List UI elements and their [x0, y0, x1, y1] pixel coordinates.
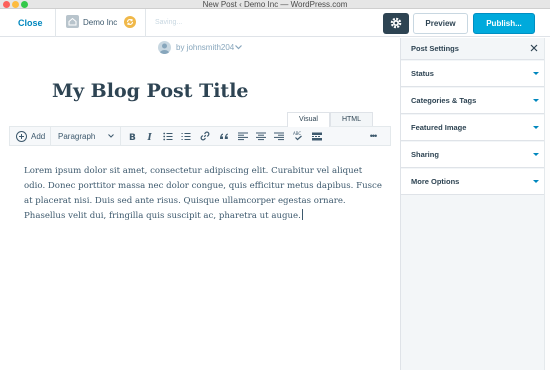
add-label: Add — [31, 131, 46, 141]
editor-header: Close Demo Inc Saving... Preview Publish… — [0, 9, 550, 37]
sidebar-item-label: Featured Image — [411, 123, 467, 132]
sidebar-item-featured-image[interactable]: Featured Image — [401, 115, 545, 141]
settings-button[interactable] — [383, 13, 409, 34]
svg-text:B: B — [129, 133, 136, 141]
formatting-toolbar: Add Paragraph B I ABC ••• — [9, 126, 391, 146]
header-divider — [145, 9, 146, 37]
italic-icon: I — [147, 133, 153, 141]
sidebar-item-status[interactable]: Status — [401, 61, 545, 87]
sidebar-item-more-options[interactable]: More Options — [401, 169, 545, 195]
link-button[interactable] — [199, 127, 211, 145]
spellcheck-button[interactable]: ABC — [292, 127, 304, 145]
author-byline: by johnsmith204 — [176, 43, 235, 52]
preview-button[interactable]: Preview — [413, 13, 468, 34]
more-options-button[interactable]: ••• — [364, 127, 382, 145]
blockquote-button[interactable] — [218, 127, 230, 145]
italic-button[interactable]: I — [144, 127, 156, 145]
sidebar-scrollbar[interactable] — [544, 38, 550, 370]
chevron-down-icon — [235, 45, 242, 50]
chevron-down-icon — [533, 180, 539, 183]
bullet-list-icon — [163, 132, 173, 140]
close-icon[interactable] — [530, 44, 538, 52]
sidebar-item-label: Status — [411, 69, 434, 78]
paragraph-format-select[interactable]: Paragraph — [58, 127, 95, 145]
numbered-list-button[interactable] — [180, 127, 192, 145]
plus-icon — [16, 130, 27, 142]
align-right-icon — [274, 132, 284, 140]
tab-visual[interactable]: Visual — [287, 112, 330, 127]
toolbar-divider — [50, 127, 51, 145]
window-titlebar: New Post ‹ Demo Inc — WordPress.com — [0, 0, 550, 9]
link-icon — [200, 131, 210, 141]
sidebar-item-categories-tags[interactable]: Categories & Tags — [401, 88, 545, 114]
chevron-down-icon — [533, 153, 539, 156]
post-title[interactable]: My Blog Post Title — [52, 80, 249, 102]
sidebar-item-label: Categories & Tags — [411, 96, 477, 105]
read-more-button[interactable] — [311, 127, 323, 145]
paragraph-format-value: Paragraph — [58, 131, 96, 141]
bold-button[interactable]: B — [126, 127, 138, 145]
quote-icon — [220, 133, 228, 139]
bold-icon: B — [129, 133, 136, 141]
post-body-text: Lorem ipsum dolor sit amet, consectetur … — [24, 166, 382, 221]
bullet-list-button[interactable] — [162, 127, 174, 145]
toolbar-divider — [120, 127, 121, 145]
tab-html[interactable]: HTML — [330, 112, 373, 127]
gear-icon — [390, 17, 402, 29]
read-more-icon — [312, 132, 322, 140]
spellcheck-icon: ABC — [293, 131, 302, 141]
align-left-button[interactable] — [237, 127, 249, 145]
header-divider — [55, 9, 56, 37]
sidebar-item-label: Sharing — [411, 150, 439, 159]
svg-text:I: I — [147, 133, 153, 141]
text-cursor — [301, 209, 303, 220]
publish-button[interactable]: Publish... — [473, 13, 535, 34]
align-left-icon — [238, 132, 248, 140]
sync-icon — [124, 16, 136, 28]
svg-text:ABC: ABC — [293, 131, 301, 136]
sidebar-item-sharing[interactable]: Sharing — [401, 142, 545, 168]
window-title: New Post ‹ Demo Inc — WordPress.com — [202, 0, 348, 9]
post-settings-sidebar: Post Settings Status Categories & Tags F… — [400, 38, 550, 370]
numbered-list-icon — [181, 132, 191, 140]
save-status: Saving... — [155, 19, 183, 26]
chevron-down-icon — [533, 72, 539, 75]
chevron-down-icon — [108, 134, 114, 138]
post-body-editor[interactable]: Lorem ipsum dolor sit amet, consectetur … — [24, 164, 384, 224]
close-link[interactable]: Close — [18, 9, 43, 37]
site-name[interactable]: Demo Inc — [83, 9, 117, 37]
avatar — [158, 41, 171, 54]
chevron-down-icon — [533, 99, 539, 102]
align-center-icon — [256, 132, 266, 140]
sidebar-title: Post Settings — [411, 44, 459, 53]
chevron-down-icon — [533, 126, 539, 129]
align-right-button[interactable] — [273, 127, 285, 145]
sidebar-header: Post Settings — [401, 38, 545, 60]
format-chevron[interactable] — [108, 127, 114, 145]
sidebar-item-label: More Options — [411, 177, 460, 186]
site-home-icon[interactable] — [66, 15, 79, 28]
add-media-button[interactable]: Add — [16, 127, 45, 145]
align-center-button[interactable] — [255, 127, 267, 145]
